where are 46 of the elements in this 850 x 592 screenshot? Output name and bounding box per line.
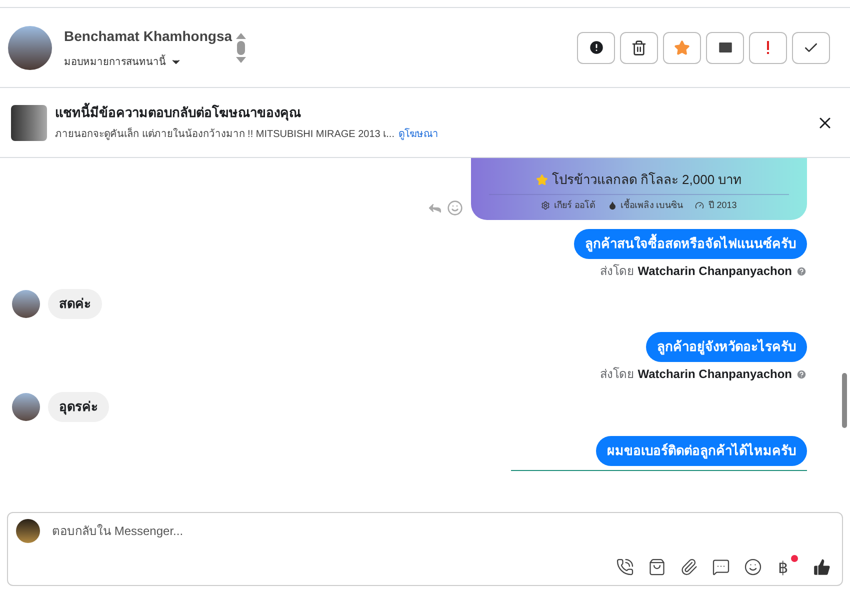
- message-bubble: ลูกค้าอยู่จังหวัดอะไรครับ: [646, 332, 807, 362]
- message-bubble: อุดรค่ะ: [48, 392, 109, 422]
- banner-title: แชทนี้มีข้อความตอบกลับต่อโฆษณาของคุณ: [55, 103, 438, 123]
- scroll-arrows-icon[interactable]: [236, 32, 246, 62]
- message-bubble: ลูกค้าสนใจซื้อสดหรือจัดไฟแนนซ์ครับ: [574, 229, 807, 259]
- page-avatar: [16, 519, 40, 543]
- help-icon: [796, 368, 807, 380]
- view-ad-link[interactable]: ดูโฆษณา: [398, 126, 438, 142]
- avatar: [12, 393, 40, 421]
- message-bubble: ผมขอเบอร์ติดต่อลูกค้าได้ไหมครับ: [596, 436, 807, 466]
- alert-icon: [588, 39, 604, 56]
- paperclip-icon[interactable]: [680, 558, 698, 576]
- phone-icon[interactable]: [616, 558, 634, 576]
- avatar: [12, 290, 40, 318]
- banner-subtitle: ภายนอกจะดูคันเล็ก แต่ภายในน้องกว้างมาก !! MITSUBISHI MIRAGE 2013 เ...: [55, 126, 394, 142]
- sender-name: Watcharin Chanpanyachon: [638, 263, 792, 279]
- spec-text: เชื้อเพลิง เบนซิน: [620, 198, 684, 212]
- baht-button[interactable]: ฿: [776, 555, 798, 579]
- profile-avatar[interactable]: [8, 26, 52, 70]
- gauge-icon: [695, 200, 704, 210]
- trash-icon: [631, 40, 647, 56]
- action-button[interactable]: [577, 32, 615, 64]
- message-input[interactable]: ตอบกลับใน Messenger...: [52, 522, 834, 540]
- assign-dropdown[interactable]: มอบหมายการสนทนานี้: [64, 54, 232, 70]
- like-icon[interactable]: [812, 557, 832, 577]
- sent-by-label: ส่งโดย: [600, 263, 634, 279]
- photo-placeholder: [11, 104, 47, 140]
- smile-icon[interactable]: [744, 558, 762, 576]
- message-bubble: สดค่ะ: [48, 289, 102, 319]
- action-button[interactable]: [706, 32, 744, 64]
- drop-icon: [608, 200, 617, 210]
- spec-text: ปี 2013: [708, 198, 737, 212]
- chat-bubble-icon[interactable]: [712, 558, 730, 576]
- action-button[interactable]: [620, 32, 658, 64]
- contact-name: Benchamat Khamhongsa: [64, 26, 232, 46]
- bag-icon[interactable]: [648, 558, 666, 576]
- star-icon: [674, 40, 690, 56]
- exclamation-icon: [766, 40, 770, 54]
- sender-name: Watcharin Chanpanyachon: [638, 366, 792, 382]
- help-icon: [796, 266, 807, 276]
- gear-icon: [541, 200, 550, 210]
- spec-text: เกียร์ ออโต้: [554, 198, 596, 212]
- star-icon: [536, 174, 548, 186]
- ad-card[interactable]: โปรข้าวแลกลด กิโลละ 2,000 บาท เกียร์ ออโต้ เชื้อเพลิง เบนซิน ปี 2013: [471, 158, 807, 220]
- sent-by-label: ส่งโดย: [600, 366, 634, 382]
- promo-text: โปรข้าวแลกลด กิโลละ 2,000 บาท: [552, 171, 742, 189]
